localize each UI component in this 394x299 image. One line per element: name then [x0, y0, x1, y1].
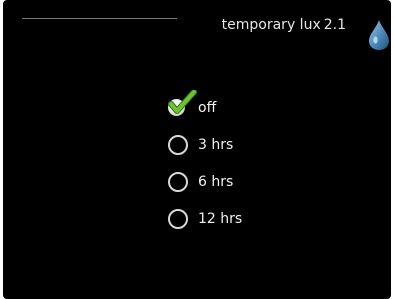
header-divider	[22, 18, 177, 19]
radio-ring	[168, 209, 188, 229]
option-label: 12 hrs	[198, 211, 243, 227]
option-12-hrs[interactable]: 12 hrs	[166, 207, 242, 231]
radio-empty-icon	[166, 170, 190, 194]
option-6-hrs[interactable]: 6 hrs	[166, 170, 242, 194]
radio-ring	[168, 172, 188, 192]
option-label: 3 hrs	[198, 137, 234, 153]
radio-empty-icon	[166, 207, 190, 231]
option-3-hrs[interactable]: 3 hrs	[166, 133, 242, 157]
option-off[interactable]: off	[166, 90, 242, 120]
water-drop-icon	[369, 20, 389, 50]
menu-code: 2.1	[323, 17, 346, 33]
menu-title: temporary lux 2.1	[222, 17, 346, 33]
menu-title-text: temporary lux	[221, 17, 321, 33]
duration-options: off 3 hrs 6 hrs 12 hrs	[166, 90, 242, 244]
option-label: 6 hrs	[198, 174, 234, 190]
display-screen: temporary lux 2.1 off 3 hrs 6 hrs 12 hrs	[3, 0, 391, 299]
option-label: off	[198, 100, 217, 116]
checkmark-icon	[168, 90, 197, 114]
radio-ring	[168, 135, 188, 155]
radio-selected	[166, 90, 197, 120]
radio-empty-icon	[166, 133, 190, 157]
